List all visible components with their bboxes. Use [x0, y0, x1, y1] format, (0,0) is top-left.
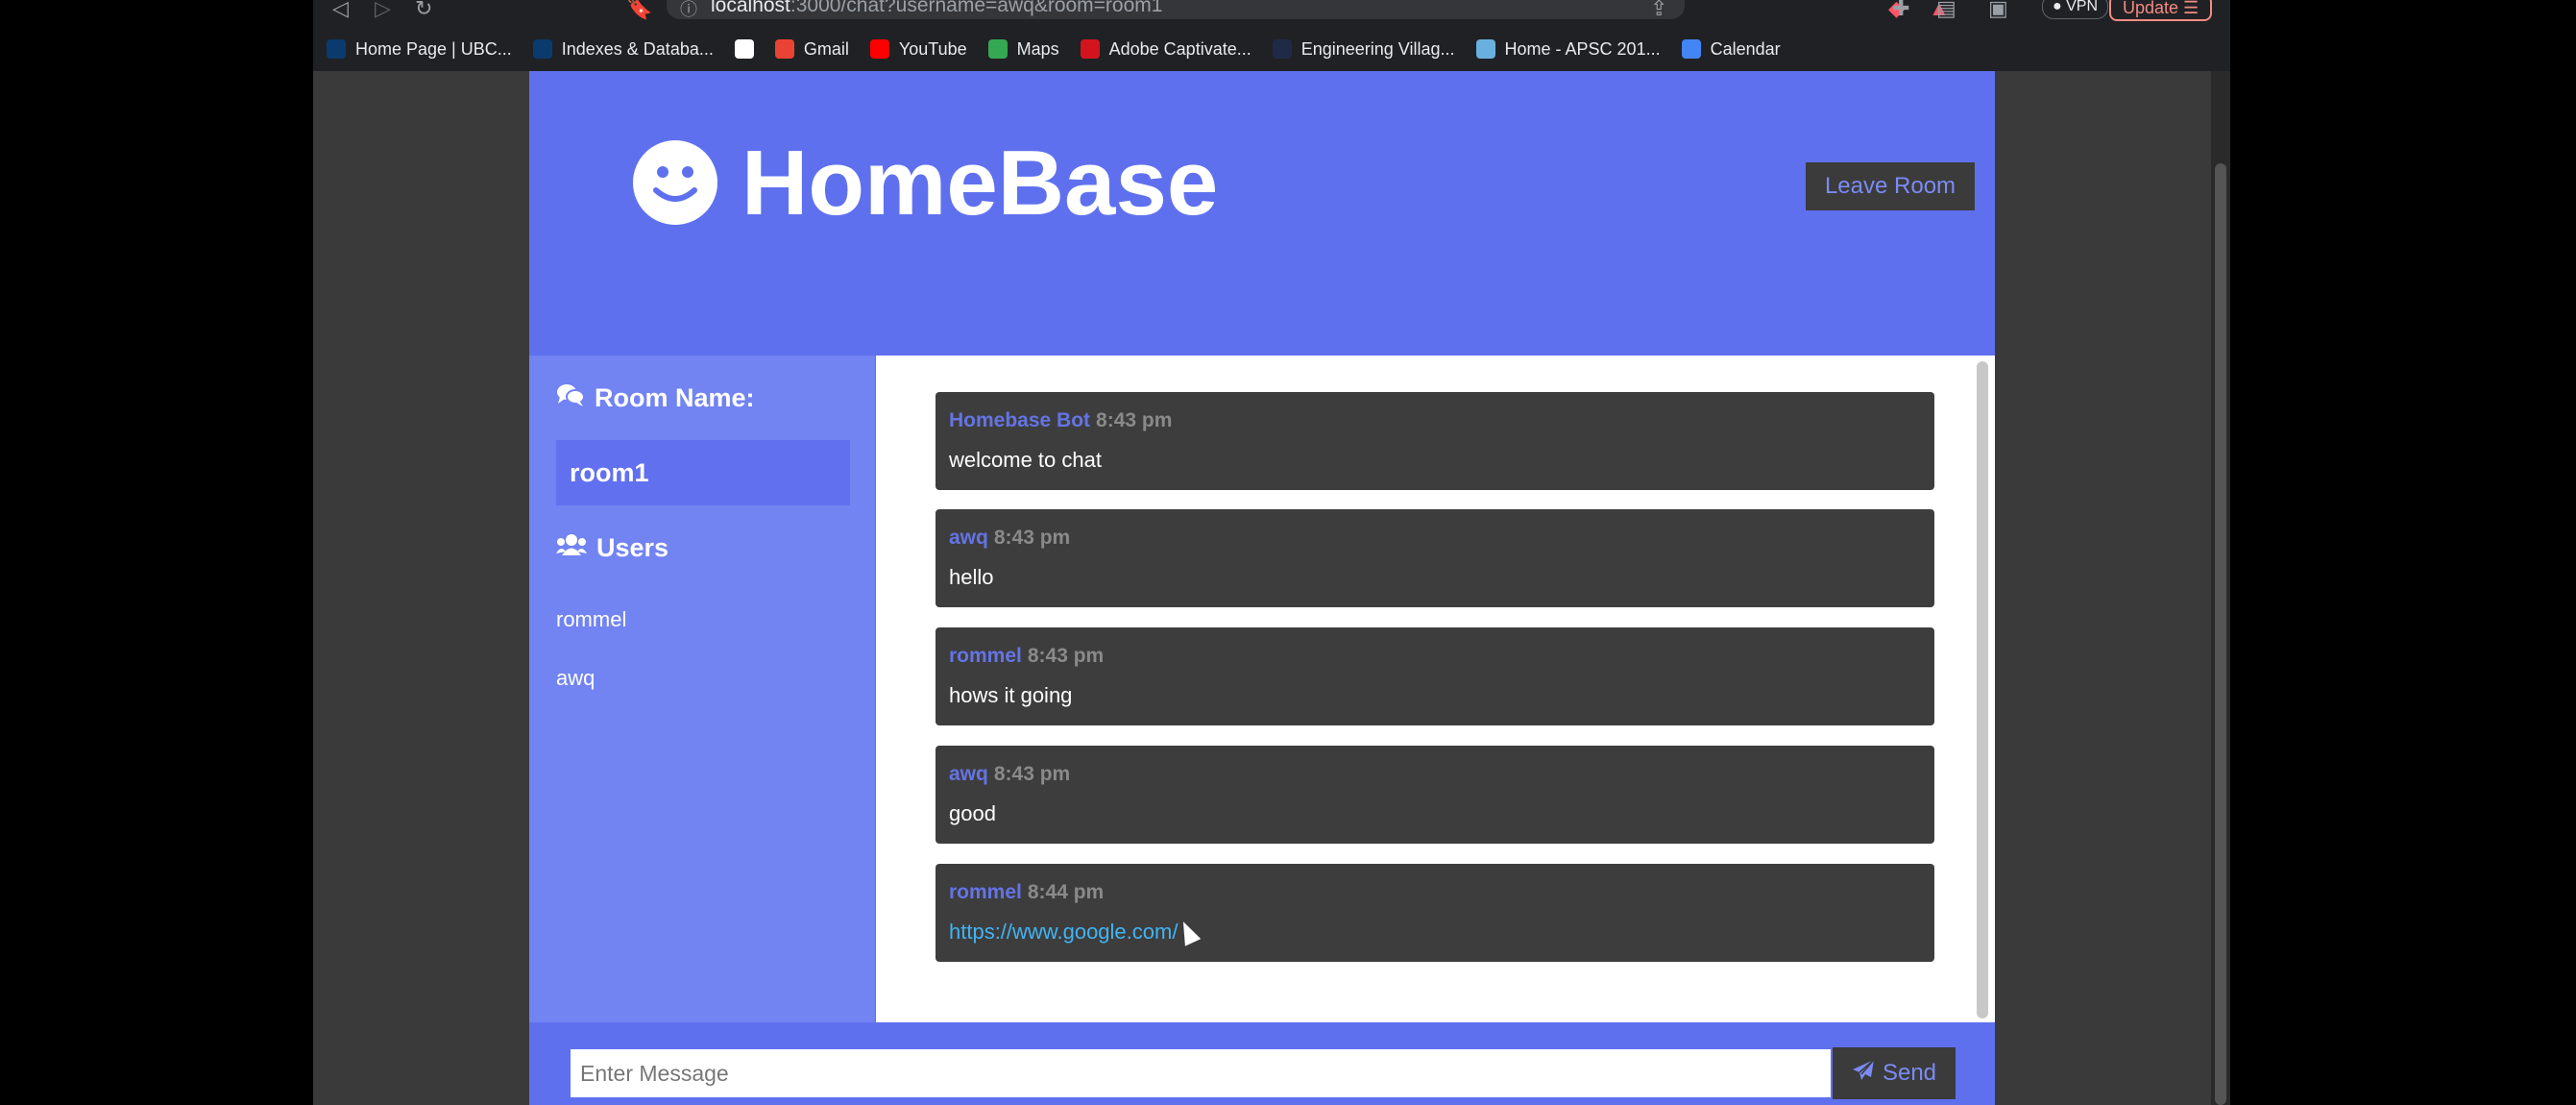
forward-icon[interactable]: ▷: [375, 0, 391, 21]
bookmark-label: Engineering Villag...: [1300, 38, 1455, 59]
message: Homebase Bot 8:43 pm welcome to chat: [936, 392, 1934, 490]
url-text[interactable]: localhost:3000/chat?username=awq&room=ro…: [711, 0, 1162, 17]
message: rommel 8:43 pm hows it going: [936, 627, 1934, 725]
user-list-item: awq: [556, 666, 595, 690]
bookmark-item[interactable]: Adobe Captivate...: [1080, 38, 1252, 60]
message-username: awq: [949, 763, 988, 785]
message-meta: awq 8:43 pm: [949, 763, 1070, 786]
bookmark-item[interactable]: Calendar: [1681, 38, 1781, 60]
message-time: 8:43 pm: [1096, 409, 1173, 431]
users-heading: Users: [556, 533, 668, 563]
wallet-icon[interactable]: ▣: [1988, 0, 2008, 21]
elsevier-icon: [1272, 39, 1292, 59]
message-username: rommel: [949, 645, 1022, 667]
message-link[interactable]: https://www.google.com/: [949, 920, 1178, 945]
message-time: 8:44 pm: [1027, 881, 1105, 903]
message-text: hows it going: [949, 683, 1073, 707]
bookmark-label: Indexes & Databa...: [561, 38, 714, 59]
bookmark-item[interactable]: Home - APSC 201...: [1475, 38, 1661, 60]
send-label: Send: [1882, 1060, 1937, 1086]
bookmark-label: Gmail: [803, 38, 849, 59]
adobe-icon: [1080, 39, 1100, 59]
users-icon: [556, 533, 587, 563]
message-username: awq: [949, 527, 988, 549]
bookmark-label: Home - APSC 201...: [1504, 38, 1661, 59]
message: awq 8:43 pm hello: [936, 509, 1934, 607]
message-time: 8:43 pm: [993, 763, 1071, 785]
bookmark-item[interactable]: Engineering Villag...: [1272, 38, 1455, 60]
vpn-dot-icon: ●: [2053, 0, 2067, 14]
message: rommel 8:44 pm https://www.google.com/: [936, 864, 1934, 962]
user-list-item: rommel: [556, 607, 627, 631]
cloud-icon: [1475, 39, 1495, 59]
url-path: :3000/chat?username=awq&room=room1: [790, 0, 1163, 16]
room-heading-label: Room Name:: [595, 383, 755, 412]
vpn-button[interactable]: ● VPN: [2042, 0, 2109, 19]
sidebar-icon[interactable]: ▤: [1936, 0, 1956, 21]
paper-plane-icon: [1852, 1058, 1875, 1089]
chat-scrollbar[interactable]: [1977, 361, 1988, 1019]
ubc-icon: [532, 39, 552, 59]
message-meta: rommel 8:44 pm: [949, 881, 1104, 904]
users-heading-label: Users: [596, 533, 669, 562]
update-label: Update: [2123, 0, 2179, 17]
bookmarks-bar: Home Page | UBC... Indexes & Databa... Gma…: [327, 35, 1781, 63]
reload-icon[interactable]: ↻: [415, 0, 432, 21]
message-username: Homebase Bot: [949, 409, 1091, 431]
message-time: 8:43 pm: [1027, 645, 1105, 667]
message-input[interactable]: [569, 1047, 1833, 1099]
maps-icon: [987, 39, 1008, 59]
comments-icon: [556, 382, 585, 414]
room-name: room1: [556, 440, 850, 505]
info-icon[interactable]: ⓘ: [680, 0, 697, 21]
bookmark-item[interactable]: YouTube: [869, 38, 967, 60]
bookmark-label: Maps: [1016, 38, 1059, 59]
bookmark-item[interactable]: Indexes & Databa...: [532, 38, 714, 60]
room-heading: Room Name:: [556, 382, 755, 414]
message-meta: rommel 8:43 pm: [949, 645, 1104, 668]
share-icon[interactable]: ⇪: [1650, 0, 1667, 21]
smiley-icon: [633, 140, 717, 225]
google-icon: [734, 39, 754, 59]
message-text: hello: [949, 565, 994, 589]
bookmark-icon[interactable]: 🔖: [626, 0, 652, 21]
bookmark-item[interactable]: Gmail: [774, 38, 849, 60]
bookmark-item[interactable]: Home Page | UBC...: [327, 39, 512, 60]
message-username: rommel: [949, 881, 1022, 903]
bookmark-label: Home Page | UBC...: [355, 38, 512, 59]
bookmark-item[interactable]: [734, 39, 754, 59]
message-meta: Homebase Bot 8:43 pm: [949, 409, 1172, 432]
message-text: good: [949, 801, 996, 825]
message-meta: awq 8:43 pm: [949, 527, 1070, 550]
url-host: localhost: [711, 0, 790, 16]
page-scrollbar-thumb[interactable]: [2215, 163, 2226, 1105]
calendar-icon: [1681, 39, 1701, 59]
app-title: HomeBase: [741, 132, 1219, 234]
message-text: welcome to chat: [949, 448, 1102, 472]
bookmark-label: Calendar: [1710, 38, 1781, 59]
message: awq 8:43 pm good: [936, 746, 1934, 844]
bookmark-label: Adobe Captivate...: [1108, 38, 1252, 59]
back-icon[interactable]: ◁: [332, 0, 349, 21]
vpn-label: VPN: [2066, 0, 2099, 14]
youtube-icon: [869, 39, 889, 59]
bookmark-item[interactable]: Maps: [987, 38, 1059, 60]
bookmark-label: YouTube: [898, 38, 967, 59]
extensions-icon[interactable]: ✚: [1892, 0, 1909, 21]
ubc-icon: [327, 39, 346, 59]
send-button[interactable]: Send: [1833, 1047, 1956, 1099]
update-button[interactable]: Update ☰: [2109, 0, 2213, 21]
message-time: 8:43 pm: [993, 527, 1071, 549]
gmail-icon: [774, 39, 794, 59]
leave-room-button[interactable]: Leave Room: [1806, 162, 1975, 210]
